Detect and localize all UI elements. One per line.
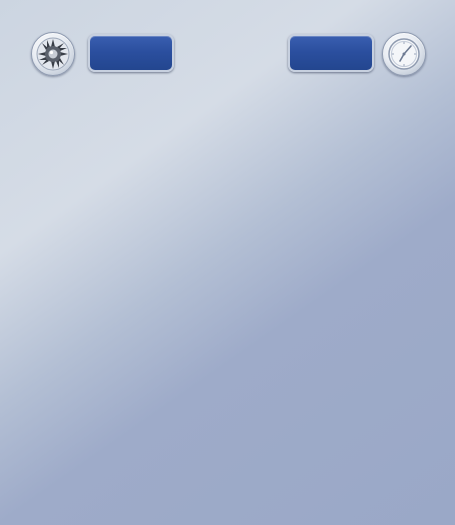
clock-icon bbox=[388, 38, 420, 70]
app-background bbox=[0, 0, 455, 525]
right-action-button[interactable] bbox=[288, 34, 374, 72]
left-action-button[interactable] bbox=[88, 34, 174, 72]
clock-button[interactable] bbox=[382, 32, 426, 76]
settings-button[interactable] bbox=[31, 32, 75, 76]
settings-gear-icon bbox=[36, 37, 70, 71]
